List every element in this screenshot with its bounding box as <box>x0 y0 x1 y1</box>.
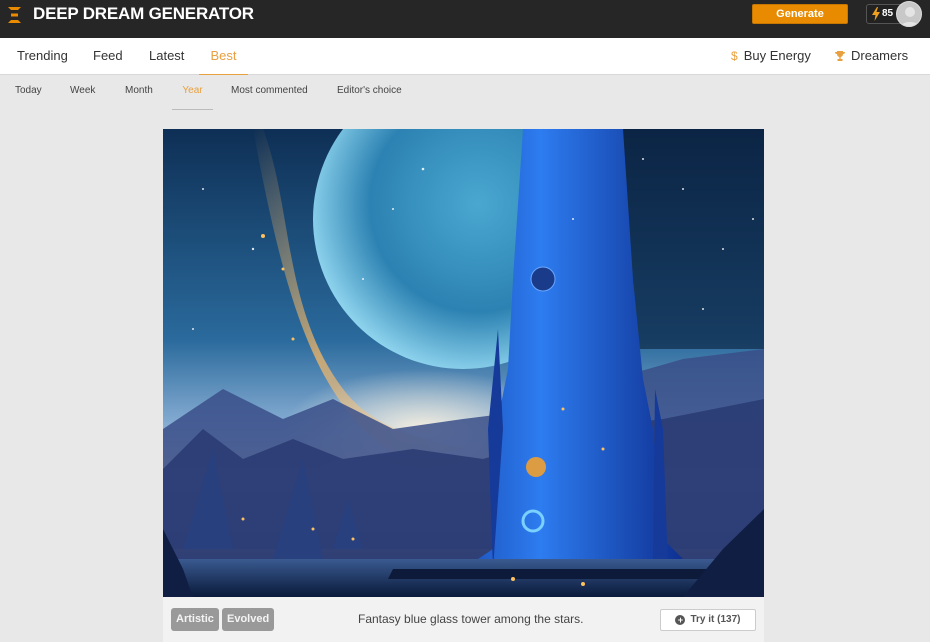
energy-value: 85 <box>882 8 894 19</box>
tag-evolved[interactable]: Evolved <box>222 608 275 631</box>
brand-title[interactable]: DEEP DREAM GENERATOR <box>33 4 254 24</box>
period-tab-today[interactable]: Today <box>15 76 42 110</box>
period-tab-editors-choice[interactable]: Editor's choice <box>337 76 402 110</box>
period-tab-month[interactable]: Month <box>125 76 153 110</box>
main-nav: Trending Feed Latest Best $ Buy Energy Dr… <box>0 38 930 75</box>
lightning-icon <box>872 7 880 21</box>
user-silhouette-icon <box>900 7 920 26</box>
tab-feed[interactable]: Feed <box>93 38 123 75</box>
artwork-caption: Fantasy blue glass tower among the stars… <box>358 612 584 626</box>
artwork-illustration <box>163 129 764 597</box>
tab-best[interactable]: Best <box>199 38 248 75</box>
dollar-icon: $ <box>731 49 738 63</box>
try-it-button[interactable]: + Try it (137) <box>660 609 756 631</box>
tab-latest[interactable]: Latest <box>149 38 184 75</box>
artwork-footer: Artistic Evolved Fantasy blue glass towe… <box>163 597 764 642</box>
trophy-icon <box>835 39 845 74</box>
tag-artistic[interactable]: Artistic <box>171 608 219 631</box>
buy-energy-label: Buy Energy <box>743 48 811 63</box>
tab-trending[interactable]: Trending <box>17 38 68 75</box>
period-tab-year[interactable]: Year <box>172 76 213 110</box>
period-tab-week[interactable]: Week <box>70 76 95 110</box>
top-bar: DEEP DREAM GENERATOR Generate 85 <box>0 0 930 38</box>
logo-icon[interactable] <box>8 7 21 23</box>
period-tab-most-commented[interactable]: Most commented <box>231 76 308 110</box>
try-it-label: Try it (137) <box>690 614 741 625</box>
generate-button[interactable]: Generate <box>752 4 848 24</box>
buy-energy-link[interactable]: $ Buy Energy <box>731 38 811 75</box>
dreamers-label: Dreamers <box>851 48 909 63</box>
artwork-image[interactable] <box>163 129 764 597</box>
avatar[interactable] <box>896 1 922 27</box>
dreamers-link[interactable]: Dreamers <box>835 38 908 75</box>
period-nav: Today Week Month Year Most commented Edi… <box>0 76 930 110</box>
plus-circle-icon: + <box>675 615 686 625</box>
